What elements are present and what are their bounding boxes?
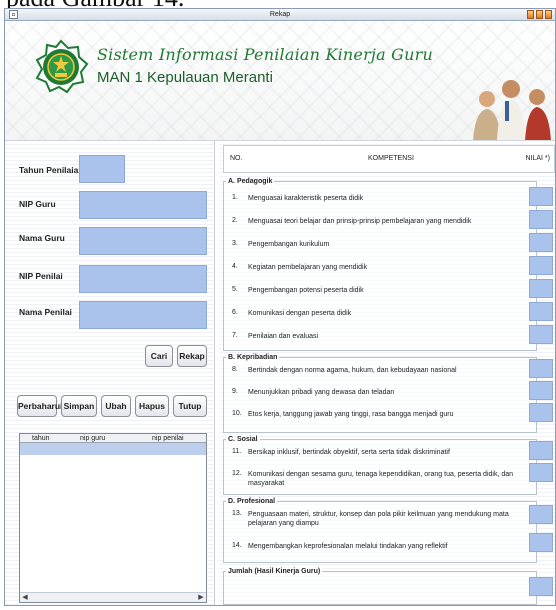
document-caption: pada Gambar 14. [0, 0, 556, 11]
title-bar: ▫ Rekap [5, 9, 555, 21]
header-no: NO. [230, 155, 243, 162]
nip-penilai-field[interactable] [79, 265, 207, 293]
ubah-button[interactable]: Ubah [101, 395, 131, 417]
simpan-button[interactable]: Simpan [61, 395, 97, 417]
close-button[interactable] [545, 10, 552, 19]
header-nilai: NILAI *) [525, 155, 550, 162]
nilai-input-12[interactable] [529, 463, 553, 482]
nilai-input-5[interactable] [529, 279, 553, 298]
header-kompetensi: KOMPETENSI [368, 155, 414, 162]
group-title: C. Sosial [226, 436, 260, 443]
kemenag-logo-icon [35, 39, 89, 94]
nilai-input-10[interactable] [529, 403, 553, 422]
nip-guru-label: NIP Guru [19, 199, 56, 209]
tahun-label: Tahun Penilaian [19, 165, 84, 175]
maximize-button[interactable] [536, 10, 543, 19]
group-jumlah: Jumlah (Hasil Kinerja Guru) [223, 568, 537, 605]
nilai-input-1[interactable] [529, 187, 553, 206]
nama-guru-label: Nama Guru [19, 233, 65, 243]
nilai-input-14[interactable] [529, 533, 553, 552]
col-nip-guru[interactable]: nip guru [80, 434, 105, 443]
nama-penilai-field[interactable] [79, 301, 207, 329]
rekap-grid[interactable]: tahun nip guru nip penilai ◀ ▶ [19, 433, 207, 603]
nilai-input-2[interactable] [529, 210, 553, 229]
nama-guru-field[interactable] [79, 227, 207, 255]
table-row[interactable] [20, 443, 206, 455]
tutup-button[interactable]: Tutup [173, 395, 207, 417]
group-kepribadian: B. Kepribadian 8. Bertindak dengan norma … [223, 354, 537, 433]
horizontal-scrollbar[interactable]: ◀ ▶ [20, 592, 206, 602]
group-pedagogik: A. Pedagogik 1. Menguasai karakteristik p… [223, 178, 537, 351]
competency-panel: NO. KOMPETENSI NILAI *) A. Pedagogik 1. M… [219, 141, 555, 605]
group-profesional: D. Profesional 13. Penguasaan materi, str… [223, 498, 537, 563]
nilai-input-4[interactable] [529, 256, 553, 275]
rekap-button[interactable]: Rekap [177, 345, 207, 367]
tahun-field[interactable] [79, 155, 125, 183]
competency-header: NO. KOMPETENSI NILAI *) [223, 145, 555, 173]
header-banner: Sistem Informasi Penilaian Kinerja Guru … [5, 21, 555, 141]
group-title: D. Profesional [226, 498, 278, 505]
total-label: Jumlah (Hasil Kinerja Guru) [226, 568, 323, 575]
scroll-left-icon[interactable]: ◀ [20, 593, 30, 602]
cari-button[interactable]: Cari [145, 345, 173, 367]
nilai-input-11[interactable] [529, 441, 553, 460]
window-controls [527, 10, 552, 19]
group-sosial: C. Sosial 11. Bersikap inklusif, bertinda… [223, 436, 537, 495]
nip-penilai-label: NIP Penilai [19, 271, 63, 281]
nilai-input-6[interactable] [529, 302, 553, 321]
jumlah-field[interactable] [529, 577, 553, 596]
hapus-button[interactable]: Hapus [135, 395, 169, 417]
nama-penilai-label: Nama Penilai [19, 307, 72, 317]
minimize-button[interactable] [527, 10, 534, 19]
nilai-input-3[interactable] [529, 233, 553, 252]
col-tahun[interactable]: tahun [32, 434, 50, 443]
nilai-input-8[interactable] [529, 359, 553, 378]
scroll-right-icon[interactable]: ▶ [196, 593, 206, 602]
perbaharui-button[interactable]: Perbaharui [17, 395, 62, 417]
nilai-input-7[interactable] [529, 325, 553, 344]
grid-header: tahun nip guru nip penilai [20, 434, 206, 443]
nilai-input-13[interactable] [529, 505, 553, 524]
app-name: Sistem Informasi Penilaian Kinerja Guru [97, 45, 433, 64]
group-title: A. Pedagogik [226, 178, 275, 185]
school-name: MAN 1 Kepulauan Meranti [97, 69, 273, 86]
nip-guru-field[interactable] [79, 191, 207, 219]
window-title: Rekap [269, 11, 291, 18]
app-window: ▫ Rekap Sistem Informasi Penilaian Kiner… [4, 8, 556, 606]
nilai-input-9[interactable] [529, 381, 553, 400]
col-nip-penilai[interactable]: nip penilai [152, 434, 184, 443]
teachers-photo-icon [473, 80, 551, 140]
group-title: B. Kepribadian [226, 354, 280, 361]
